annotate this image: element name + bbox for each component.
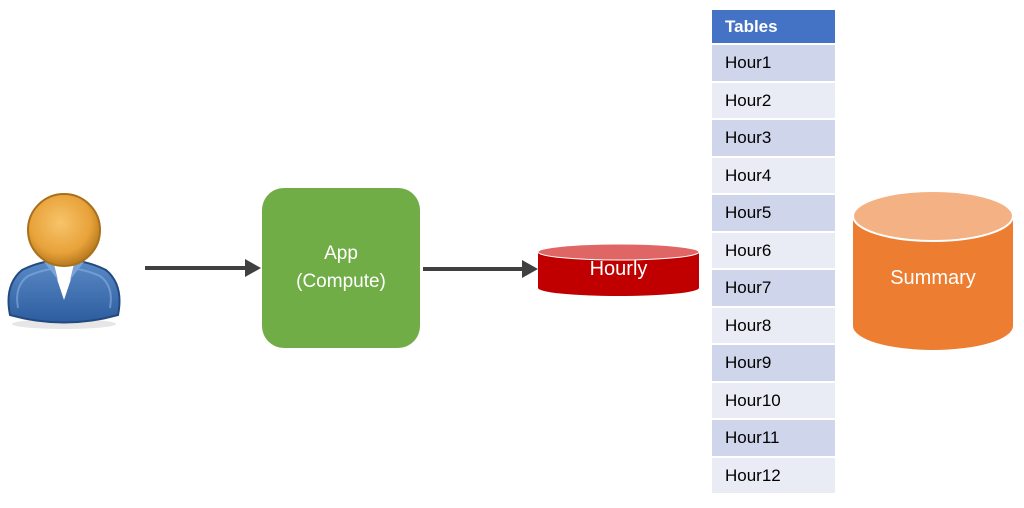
hourly-label: Hourly bbox=[589, 258, 648, 280]
app-compute-box: App (Compute) bbox=[262, 188, 420, 348]
table-row: Hour7 bbox=[712, 270, 835, 306]
table-row: Hour8 bbox=[712, 307, 835, 343]
table-row: Hour11 bbox=[712, 420, 835, 456]
table-row: Hour5 bbox=[712, 195, 835, 231]
table-row: Hour4 bbox=[712, 157, 835, 193]
user-icon bbox=[7, 193, 121, 329]
app-label: App bbox=[324, 243, 358, 264]
table-row: Hour1 bbox=[712, 45, 835, 81]
table-row: Hour12 bbox=[712, 457, 835, 493]
table-row: Hour10 bbox=[712, 382, 835, 418]
table-row: Hour3 bbox=[712, 120, 835, 156]
tables-list: Tables Hour1 Hour2 Hour3 Hour4 Hour5 Hou… bbox=[712, 10, 835, 495]
app-sublabel: (Compute) bbox=[296, 271, 386, 292]
summary-label: Summary bbox=[890, 267, 976, 289]
table-row: Hour6 bbox=[712, 232, 835, 268]
table-row: Hour2 bbox=[712, 82, 835, 118]
tables-header: Tables bbox=[712, 10, 835, 43]
arrow-user-to-app bbox=[145, 259, 261, 277]
table-row: Hour9 bbox=[712, 345, 835, 381]
arrow-app-to-hourly bbox=[423, 260, 538, 278]
